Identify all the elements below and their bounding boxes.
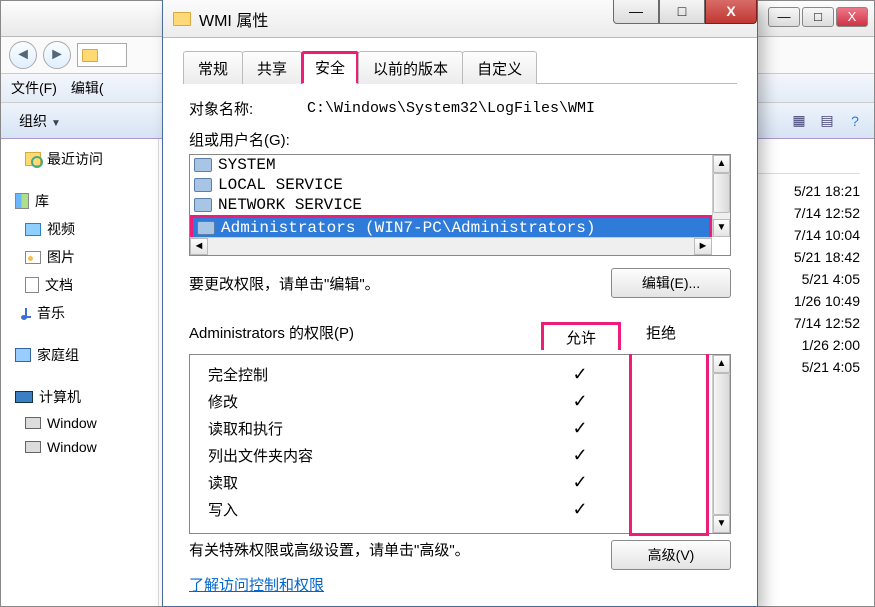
forward-button[interactable]: ► <box>43 41 71 69</box>
permissions-for-label: Administrators 的权限(P) <box>189 322 541 350</box>
group-or-user-label: 组或用户名(G): <box>189 129 731 150</box>
nav-drive-1[interactable]: Window <box>1 411 158 435</box>
recent-icon <box>25 152 41 166</box>
nav-recent[interactable]: 最近访问 <box>1 145 158 173</box>
tab-previous-versions[interactable]: 以前的版本 <box>358 51 463 84</box>
explorer-maximize-button[interactable]: □ <box>802 7 834 27</box>
scroll-up-icon[interactable]: ▲ <box>713 355 730 373</box>
video-icon <box>25 223 41 236</box>
edit-button[interactable]: 编辑(E)... <box>611 268 731 298</box>
document-icon <box>25 277 39 293</box>
permission-row: 读取✓ <box>208 469 700 496</box>
dialog-close-button[interactable]: X <box>705 0 757 24</box>
advanced-button[interactable]: 高级(V) <box>611 540 731 570</box>
drive-icon <box>25 441 41 453</box>
dialog-minimize-button[interactable]: — <box>613 0 659 24</box>
scroll-right-icon[interactable]: ► <box>694 238 712 255</box>
principal-item-selected[interactable]: Administrators (WIN7-PC\Administrators) <box>193 218 709 238</box>
principal-item[interactable]: NETWORK SERVICE <box>190 195 712 215</box>
tab-security[interactable]: 安全 <box>301 51 359 84</box>
dialog-titlebar[interactable]: WMI 属性 — □ X <box>163 0 757 38</box>
dialog-title: WMI 属性 <box>199 7 268 31</box>
picture-icon <box>25 251 41 264</box>
scroll-thumb[interactable] <box>713 373 730 515</box>
explorer-close-button[interactable]: X <box>836 7 868 27</box>
edit-hint: 要更改权限，请单击"编辑"。 <box>189 273 611 294</box>
nav-pictures[interactable]: 图片 <box>1 243 158 271</box>
tab-customize[interactable]: 自定义 <box>462 51 537 84</box>
properties-dialog: WMI 属性 — □ X 常规 共享 安全 以前的版本 自定义 对象名称: C:… <box>162 0 758 607</box>
permission-row: 列出文件夹内容✓ <box>208 442 700 469</box>
libraries-icon <box>15 193 29 209</box>
folder-icon <box>173 12 191 26</box>
homegroup-icon <box>15 348 31 362</box>
nav-drive-2[interactable]: Window <box>1 435 158 459</box>
permission-row: 写入✓ <box>208 496 700 523</box>
menu-file[interactable]: 文件(F) <box>11 78 57 98</box>
navigation-pane: 最近访问 库 视频 图片 文档 音乐 家庭组 计算机 Window Window <box>1 139 159 606</box>
computer-icon <box>15 391 33 403</box>
view-options-button[interactable]: ▦ <box>788 110 810 132</box>
permissions-list: 完全控制✓ 修改✓ 读取和执行✓ 列出文件夹内容✓ 读取✓ 写入✓ ▲ ▼ <box>189 354 731 534</box>
nav-documents[interactable]: 文档 <box>1 271 158 299</box>
security-tab-content: 对象名称: C:\Windows\System32\LogFiles\WMI 组… <box>183 84 737 606</box>
deny-column-header: 拒绝 <box>621 322 701 350</box>
chevron-down-icon: ▼ <box>51 118 61 129</box>
listbox-horizontal-scrollbar[interactable]: ◄ ► <box>190 237 712 255</box>
group-icon <box>194 198 212 212</box>
tab-sharing[interactable]: 共享 <box>242 51 302 84</box>
group-icon <box>194 158 212 172</box>
nav-computer[interactable]: 计算机 <box>1 383 158 411</box>
advanced-hint: 有关特殊权限或高级设置，请单击"高级"。 <box>189 540 601 563</box>
tab-strip: 常规 共享 安全 以前的版本 自定义 <box>183 50 737 84</box>
nav-homegroup[interactable]: 家庭组 <box>1 341 158 369</box>
principal-item[interactable]: LOCAL SERVICE <box>190 175 712 195</box>
explorer-minimize-button[interactable]: — <box>768 7 800 27</box>
allow-check-icon: ✓ <box>540 364 620 385</box>
scroll-down-icon[interactable]: ▼ <box>713 515 730 533</box>
scroll-down-icon[interactable]: ▼ <box>713 219 730 237</box>
scroll-left-icon[interactable]: ◄ <box>190 238 208 255</box>
tab-general[interactable]: 常规 <box>183 51 243 84</box>
listbox-vertical-scrollbar[interactable]: ▲ ▼ <box>712 155 730 237</box>
scroll-up-icon[interactable]: ▲ <box>713 155 730 173</box>
object-path: C:\Windows\System32\LogFiles\WMI <box>307 100 595 117</box>
allow-check-icon: ✓ <box>540 418 620 439</box>
back-button[interactable]: ◄ <box>9 41 37 69</box>
principals-listbox[interactable]: SYSTEM LOCAL SERVICE NETWORK SERVICE Adm… <box>189 154 731 256</box>
allow-check-icon: ✓ <box>540 499 620 520</box>
folder-icon <box>82 49 98 62</box>
help-button[interactable]: ? <box>844 110 866 132</box>
allow-check-icon: ✓ <box>540 472 620 493</box>
menu-edit[interactable]: 编辑( <box>71 78 104 98</box>
music-icon <box>25 308 31 318</box>
group-icon <box>197 221 215 235</box>
allow-check-icon: ✓ <box>540 391 620 412</box>
permission-row: 修改✓ <box>208 388 700 415</box>
object-name-label: 对象名称: <box>189 98 307 119</box>
drive-icon <box>25 417 41 429</box>
preview-pane-button[interactable]: ▤ <box>816 110 838 132</box>
dialog-maximize-button[interactable]: □ <box>659 0 705 24</box>
group-icon <box>194 178 212 192</box>
permission-row: 完全控制✓ <box>208 361 700 388</box>
nav-videos[interactable]: 视频 <box>1 215 158 243</box>
allow-check-icon: ✓ <box>540 445 620 466</box>
address-bar[interactable] <box>77 43 127 67</box>
principal-item[interactable]: SYSTEM <box>190 155 712 175</box>
nav-music[interactable]: 音乐 <box>1 299 158 327</box>
allow-column-header: 允许 <box>541 322 621 350</box>
organize-button[interactable]: 组织▼ <box>9 108 71 134</box>
scroll-thumb[interactable] <box>713 173 730 213</box>
permissions-vertical-scrollbar[interactable]: ▲ ▼ <box>712 355 730 533</box>
permission-row: 读取和执行✓ <box>208 415 700 442</box>
nav-libraries[interactable]: 库 <box>1 187 158 215</box>
learn-more-link[interactable]: 了解访问控制和权限 <box>189 574 731 595</box>
